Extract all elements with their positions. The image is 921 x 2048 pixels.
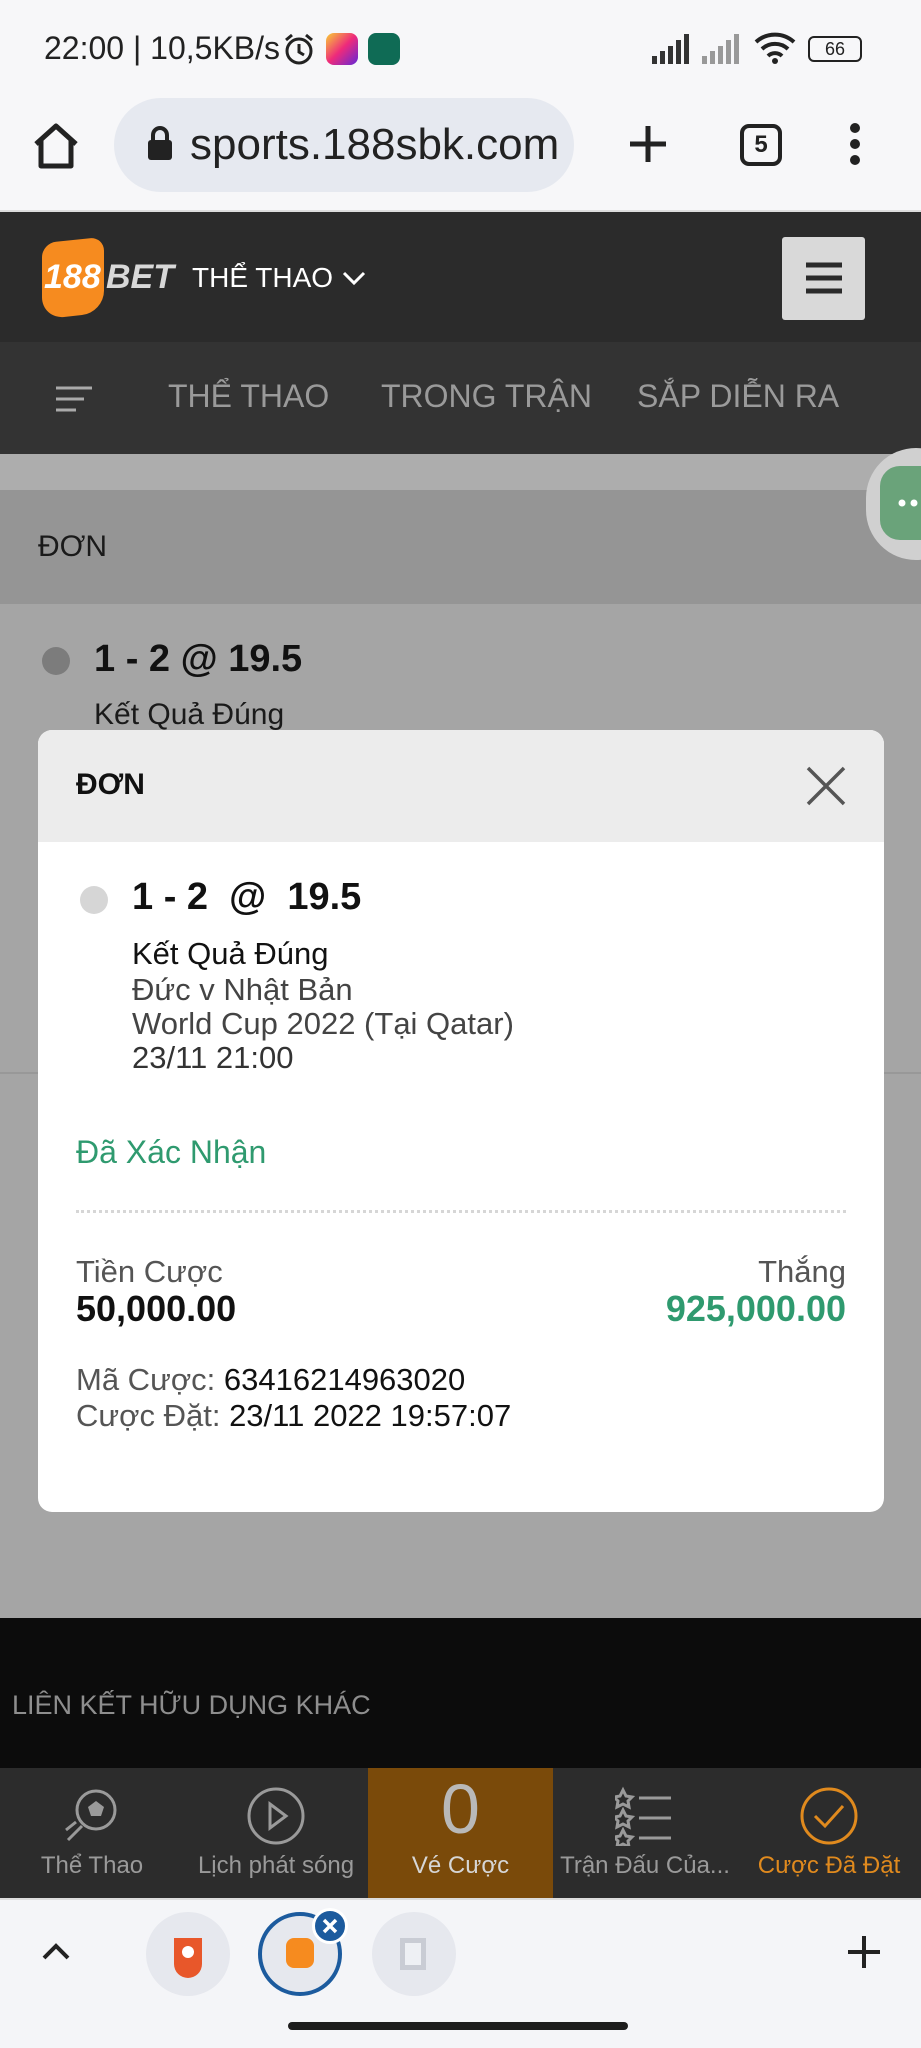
soccer-ball-icon xyxy=(65,1789,117,1842)
bg-market: Kết Quả Đúng xyxy=(94,698,285,731)
bottom-nav-label: Trận Đấu Của... xyxy=(560,1852,730,1879)
bottom-nav-label: Vé Cược xyxy=(411,1852,510,1879)
bet-reference: Mã Cược: 63416214963020 xyxy=(76,1362,465,1398)
more-menu-icon[interactable] xyxy=(848,122,862,171)
chevron-up-icon[interactable] xyxy=(40,1938,72,1967)
modal-header xyxy=(38,730,884,842)
bg-section-header xyxy=(0,490,921,604)
bottom-nav-sports[interactable]: Thể Thao xyxy=(0,1768,184,1898)
bg-odds: 1 - 2 @ 19.5 xyxy=(94,638,303,680)
close-tab-icon[interactable] xyxy=(312,1908,348,1944)
modal-title: ĐƠN xyxy=(76,768,145,801)
bet-selection-odds: 1 - 2 @ 19.5 xyxy=(132,876,362,918)
bottom-nav-label: Cược Đã Đặt xyxy=(757,1852,901,1879)
bet-reference-label: Mã Cược: xyxy=(76,1362,216,1397)
filter-list-icon[interactable] xyxy=(54,384,94,419)
new-tab-icon[interactable] xyxy=(626,122,670,171)
sport-dropdown-label: THỂ THAO xyxy=(192,262,334,293)
bet-placed-label: Cược Đặt: xyxy=(76,1398,221,1433)
bottom-nav-betslip[interactable]: 0 Vé Cược xyxy=(368,1768,553,1898)
chevron-down-icon xyxy=(341,262,367,293)
check-circle-icon xyxy=(800,1787,858,1845)
bottom-nav-label: Lịch phát sóng xyxy=(197,1852,355,1879)
bottom-nav-placed-bets[interactable]: Cược Đã Đặt xyxy=(737,1768,921,1898)
signal-icon xyxy=(650,34,746,69)
tab-thumbnail-document[interactable] xyxy=(372,1912,456,1996)
bet-status-dot xyxy=(80,886,108,914)
home-icon[interactable] xyxy=(30,122,82,175)
tab-switcher-button[interactable]: 5 xyxy=(740,124,782,166)
tab-thumbnail-188[interactable] xyxy=(146,1912,230,1996)
close-icon[interactable] xyxy=(806,766,846,806)
home-indicator xyxy=(288,2022,628,2030)
188-favicon-icon xyxy=(174,1938,202,1978)
wifi-icon xyxy=(754,30,796,69)
chat-icon[interactable] xyxy=(880,466,921,540)
bet-market: Kết Quả Đúng xyxy=(132,936,329,971)
bg-status-dot xyxy=(42,647,70,675)
hamburger-menu-button[interactable] xyxy=(782,237,865,320)
bet-placed-time: Cược Đặt: 23/11 2022 19:57:07 xyxy=(76,1398,511,1434)
bidv-app-icon xyxy=(368,33,400,65)
win-value: 925,000.00 xyxy=(665,1288,846,1329)
bg-section-title: ĐƠN xyxy=(38,530,108,563)
lock-icon[interactable] xyxy=(146,126,174,167)
footer-links-title: LIÊN KẾT HỮU DỤNG KHÁC xyxy=(12,1690,371,1720)
dotted-divider xyxy=(76,1210,846,1213)
bet-detail-modal: ĐƠN 1 - 2 @ 19.5 Kết Quả Đúng Đức v Nhật… xyxy=(38,730,884,1512)
bet-match: Đức v Nhật Bản xyxy=(132,972,353,1007)
play-circle-icon xyxy=(247,1787,305,1845)
document-icon xyxy=(400,1938,426,1970)
logo-word: BET xyxy=(106,258,174,296)
bg-strip xyxy=(0,454,921,490)
alarm-icon xyxy=(282,32,316,71)
bet-kickoff-time: 23/11 21:00 xyxy=(132,1040,294,1075)
stake-label: Tiền Cược xyxy=(76,1254,223,1289)
nav-tab-live[interactable]: TRONG TRẬN xyxy=(381,378,592,415)
sport-dropdown[interactable]: THỂ THAO xyxy=(192,262,367,294)
instagram-icon xyxy=(326,33,358,65)
star-list-icon xyxy=(615,1786,671,1846)
hamburger-icon xyxy=(806,262,842,294)
url-text[interactable]: sports.188sbk.com xyxy=(190,120,560,170)
nav-tab-sports[interactable]: THỂ THAO xyxy=(168,378,329,415)
bottom-nav-label: Thể Thao xyxy=(40,1852,144,1879)
bet-placed-value: 23/11 2022 19:57:07 xyxy=(229,1398,512,1433)
bet-status-text: Đã Xác Nhận xyxy=(76,1134,267,1170)
status-time: 22:00 | 10,5KB/s xyxy=(44,30,281,66)
bottom-nav-my-matches[interactable]: Trận Đấu Của... xyxy=(553,1768,737,1898)
logo-number: 188 xyxy=(44,258,101,296)
bottom-nav-schedule[interactable]: Lịch phát sóng xyxy=(184,1768,368,1898)
nav-tab-upcoming[interactable]: SẮP DIỄN RA xyxy=(637,378,839,415)
betslip-count: 0 xyxy=(441,1770,480,1848)
bet-competition: World Cup 2022 (Tại Qatar) xyxy=(132,1006,514,1041)
stake-value: 50,000.00 xyxy=(76,1288,237,1329)
bet-reference-value: 63416214963020 xyxy=(223,1362,466,1397)
win-label: Thắng xyxy=(758,1254,846,1289)
battery-icon: 66 xyxy=(808,36,862,62)
add-tab-icon[interactable] xyxy=(846,1934,882,1975)
